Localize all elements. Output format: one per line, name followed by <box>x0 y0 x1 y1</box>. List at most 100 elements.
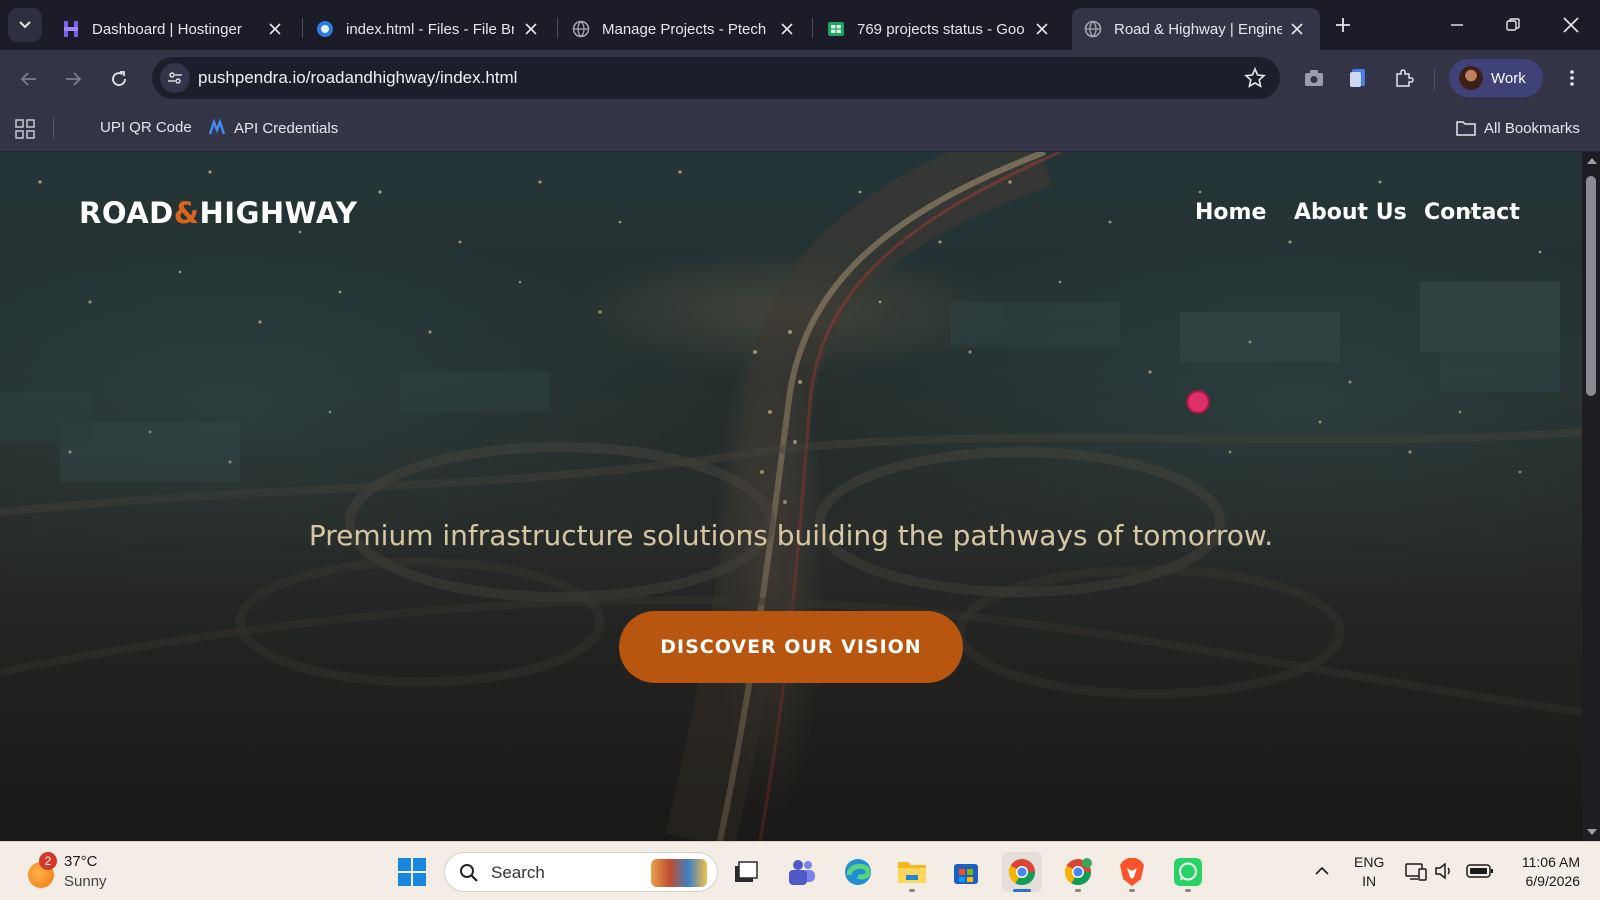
bookmarks-separator <box>53 118 54 138</box>
all-bookmarks-button[interactable]: All Bookmarks <box>1456 119 1580 137</box>
api-logo-icon <box>208 119 226 135</box>
start-button[interactable] <box>392 852 432 892</box>
apps-grid-icon[interactable] <box>14 118 36 140</box>
close-icon <box>1563 17 1579 33</box>
new-tab-button[interactable] <box>1330 12 1356 38</box>
restore-button[interactable] <box>1490 8 1536 42</box>
logo-text-highway: HIGHWAY <box>199 196 358 230</box>
tab-title: Manage Projects - Ptech <box>602 20 767 38</box>
browser-menu-button[interactable] <box>1560 66 1584 90</box>
scroll-up-arrow-icon[interactable] <box>1587 158 1597 164</box>
taskbar-teams[interactable] <box>782 852 822 892</box>
bookmark-api-credentials[interactable]: API Credentials <box>208 119 338 137</box>
running-indicator <box>909 889 915 892</box>
windows-logo-icon <box>398 858 426 886</box>
close-icon[interactable] <box>522 20 540 38</box>
tab-road-highway[interactable]: Road & Highway | Engine <box>1072 8 1320 50</box>
network-icon <box>1405 863 1427 881</box>
tab-manage-projects[interactable]: Manage Projects - Ptech <box>560 8 810 50</box>
profile-label: Work <box>1491 69 1526 87</box>
minimize-icon <box>1451 24 1463 26</box>
logo-text-road: ROAD <box>79 196 174 230</box>
address-bar[interactable]: pushpendra.io/roadandhighway/index.html <box>152 57 1280 99</box>
region-code: IN <box>1362 873 1377 889</box>
taskbar-brave[interactable] <box>1112 852 1152 892</box>
restore-icon <box>1506 18 1520 31</box>
discover-vision-button[interactable]: DISCOVER OUR VISION <box>619 611 963 683</box>
windows-taskbar: 2 37°C Sunny Search ENG IN 11:06 AM 6/9/… <box>0 841 1600 900</box>
system-clock[interactable]: 11:06 AM 6/9/2026 <box>1506 853 1580 891</box>
brave-icon <box>1120 858 1144 886</box>
extensions-menu-button[interactable] <box>1392 66 1416 90</box>
chevron-down-icon <box>19 21 31 29</box>
taskbar-whatsapp[interactable] <box>1168 852 1208 892</box>
camera-icon <box>1305 70 1323 86</box>
show-hidden-icons-button[interactable] <box>1311 860 1333 882</box>
tab-file-browser[interactable]: index.html - Files - File Br <box>304 8 554 50</box>
nav-home-link[interactable]: Home <box>1195 200 1266 225</box>
close-icon[interactable] <box>1288 20 1306 38</box>
taskbar-chrome-profile[interactable] <box>1058 852 1098 892</box>
taskbar-edge[interactable] <box>838 852 878 892</box>
bookmark-upi-qr-code[interactable]: UPI QR Code <box>100 119 192 136</box>
scrollbar-thumb[interactable] <box>1586 176 1596 396</box>
hero-tagline: Premium infrastructure solutions buildin… <box>308 519 1274 552</box>
site-logo[interactable]: ROAD&HIGHWAY <box>79 196 358 230</box>
taskbar-store[interactable] <box>946 852 986 892</box>
chrome-icon <box>1064 858 1092 886</box>
running-indicator <box>1075 889 1081 892</box>
screenshot-button[interactable] <box>1302 66 1326 90</box>
edge-icon <box>845 859 871 885</box>
back-arrow-icon <box>20 72 36 86</box>
bookmark-star-icon[interactable] <box>1244 67 1266 89</box>
taskbar-file-explorer[interactable] <box>892 852 932 892</box>
weather-widget[interactable]: 2 37°C Sunny <box>24 850 134 894</box>
url-text[interactable]: pushpendra.io/roadandhighway/index.html <box>198 68 517 88</box>
tune-icon <box>168 72 182 84</box>
tab-hostinger[interactable]: Dashboard | Hostinger <box>50 8 298 50</box>
forward-button[interactable] <box>58 64 88 94</box>
taskbar-search[interactable]: Search <box>444 852 718 892</box>
volume-button[interactable] <box>1433 860 1455 882</box>
extension-button[interactable] <box>1346 66 1370 90</box>
bookmark-label: UPI QR Code <box>100 119 192 136</box>
tab-title: 769 projects status - Goo <box>857 20 1025 38</box>
bookmarks-bar: UPI QR Code API Credentials All Bookmark… <box>0 106 1600 152</box>
search-icon <box>460 864 478 882</box>
site-info-button[interactable] <box>160 63 190 93</box>
all-bookmarks-label: All Bookmarks <box>1484 119 1580 137</box>
speaker-icon <box>1435 862 1450 880</box>
clock-date: 6/9/2026 <box>1525 873 1581 889</box>
close-icon[interactable] <box>1033 20 1051 38</box>
back-button[interactable] <box>14 64 44 94</box>
minimize-button[interactable] <box>1434 8 1480 42</box>
close-icon[interactable] <box>778 20 796 38</box>
tab-separator <box>812 18 813 38</box>
google-sheets-icon <box>827 20 845 38</box>
language-indicator[interactable]: ENG IN <box>1354 853 1384 891</box>
scroll-down-arrow-icon[interactable] <box>1587 829 1597 835</box>
tab-title: Road & Highway | Engine <box>1114 20 1282 38</box>
tab-projects-status[interactable]: 769 projects status - Goo <box>815 8 1065 50</box>
profile-button[interactable]: Work <box>1449 59 1543 97</box>
taskbar-chrome-work[interactable] <box>1002 852 1042 892</box>
taskbar-task-view[interactable] <box>726 852 766 892</box>
close-icon[interactable] <box>266 20 284 38</box>
plus-icon <box>1336 18 1350 32</box>
hero-overlay <box>0 152 1582 841</box>
browser-toolbar: pushpendra.io/roadandhighway/index.html … <box>0 50 1600 106</box>
page-scrollbar[interactable] <box>1582 152 1600 841</box>
battery-button[interactable] <box>1466 860 1494 882</box>
hostinger-icon <box>62 20 80 38</box>
close-window-button[interactable] <box>1548 8 1594 42</box>
store-icon <box>954 864 978 884</box>
folder-icon <box>1456 121 1476 136</box>
network-button[interactable] <box>1405 860 1427 882</box>
folder-icon <box>898 862 926 883</box>
nav-contact-link[interactable]: Contact <box>1424 200 1520 225</box>
browser-tab-bar: Dashboard | Hostinger index.html - Files… <box>0 0 1600 50</box>
tab-search-button[interactable] <box>8 8 42 42</box>
nav-about-us-link[interactable]: About Us <box>1294 200 1407 225</box>
file-browser-icon <box>316 20 334 38</box>
reload-button[interactable] <box>104 64 134 94</box>
